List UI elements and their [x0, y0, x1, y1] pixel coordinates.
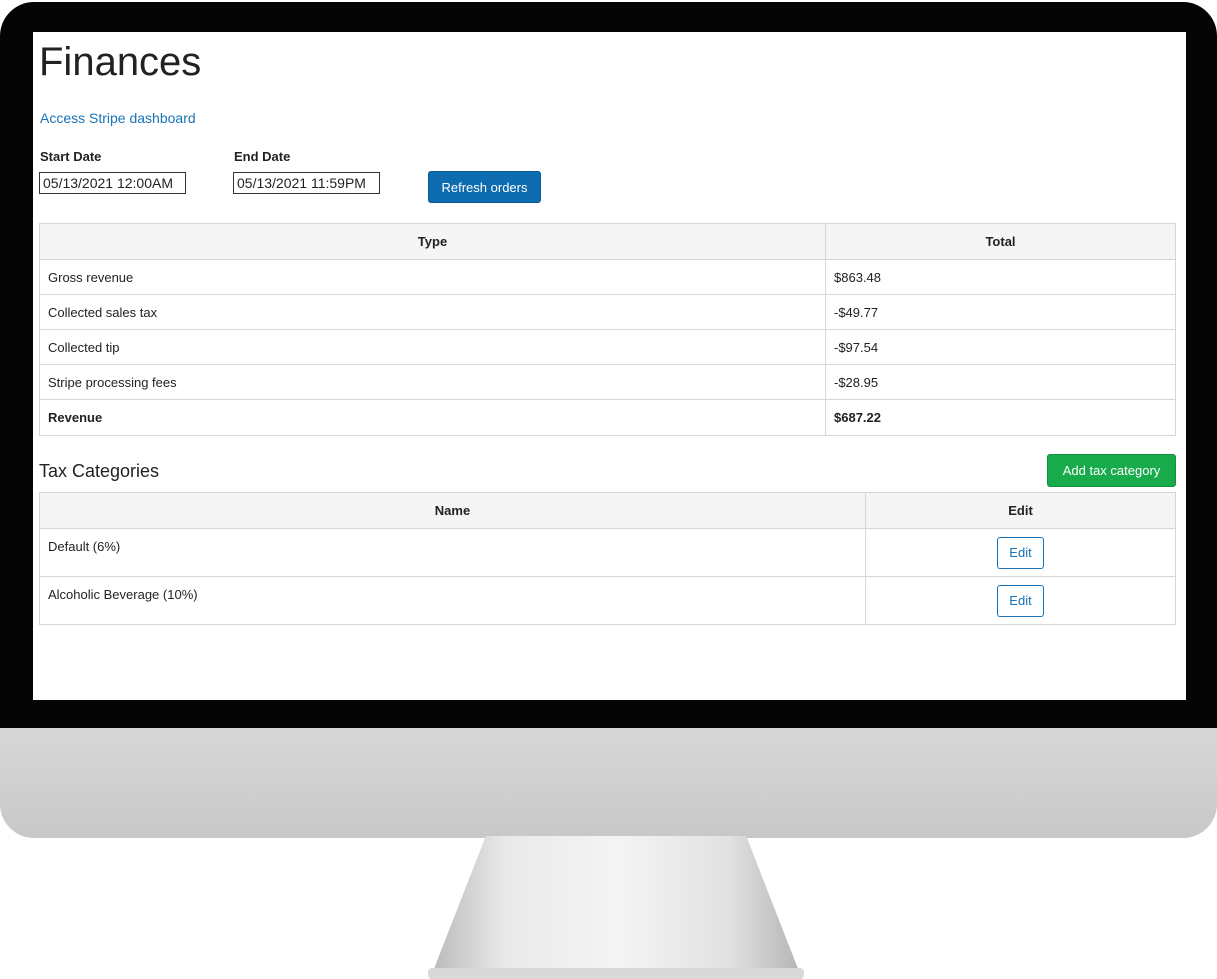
- tax-header-row: Name Edit: [39, 492, 1176, 529]
- type-column-header: Type: [39, 223, 826, 260]
- row-type: Stripe processing fees: [39, 364, 826, 400]
- tax-categories-title: Tax Categories: [39, 461, 160, 481]
- start-date-input[interactable]: [39, 172, 186, 194]
- end-date-label: End Date: [234, 149, 291, 164]
- finance-table: Type Total Gross revenue $863.48 Collect…: [39, 223, 1176, 436]
- row-total: -$28.95: [825, 364, 1176, 400]
- screen: Finances Access Stripe dashboard Start D…: [33, 32, 1186, 700]
- edit-cell: Edit: [865, 576, 1176, 625]
- refresh-orders-button[interactable]: Refresh orders: [428, 171, 541, 203]
- start-date-label: Start Date: [40, 149, 102, 164]
- row-total: $863.48: [825, 259, 1176, 295]
- row-type: Revenue: [39, 399, 826, 436]
- monitor-stand-base: [428, 968, 804, 979]
- table-row: Default (6%) Edit: [39, 528, 1176, 577]
- monitor-chin: [0, 728, 1217, 838]
- table-row: Collected sales tax -$49.77: [39, 294, 1176, 330]
- page-title: Finances: [39, 40, 202, 84]
- row-total: -$97.54: [825, 329, 1176, 365]
- row-type: Collected tip: [39, 329, 826, 365]
- revenue-total-row: Revenue $687.22: [39, 399, 1176, 436]
- edit-button[interactable]: Edit: [997, 584, 1044, 617]
- tax-categories-table: Name Edit Default (6%) Edit Alcoholic Be…: [39, 492, 1176, 625]
- name-column-header: Name: [39, 492, 866, 529]
- finance-header-row: Type Total: [39, 223, 1176, 260]
- add-tax-category-button[interactable]: Add tax category: [1047, 454, 1176, 487]
- monitor-stand: [430, 836, 802, 979]
- tax-category-name: Default (6%): [39, 528, 866, 577]
- stripe-dashboard-link[interactable]: Access Stripe dashboard: [40, 110, 196, 126]
- row-type: Collected sales tax: [39, 294, 826, 330]
- row-type: Gross revenue: [39, 259, 826, 295]
- row-total: -$49.77: [825, 294, 1176, 330]
- table-row: Gross revenue $863.48: [39, 259, 1176, 295]
- table-row: Collected tip -$97.54: [39, 329, 1176, 365]
- edit-cell: Edit: [865, 528, 1176, 577]
- edit-button[interactable]: Edit: [997, 536, 1044, 569]
- row-total: $687.22: [825, 399, 1176, 436]
- table-row: Alcoholic Beverage (10%) Edit: [39, 576, 1176, 625]
- total-column-header: Total: [825, 223, 1176, 260]
- tax-category-name: Alcoholic Beverage (10%): [39, 576, 866, 625]
- edit-column-header: Edit: [865, 492, 1176, 529]
- end-date-input[interactable]: [233, 172, 380, 194]
- table-row: Stripe processing fees -$28.95: [39, 364, 1176, 400]
